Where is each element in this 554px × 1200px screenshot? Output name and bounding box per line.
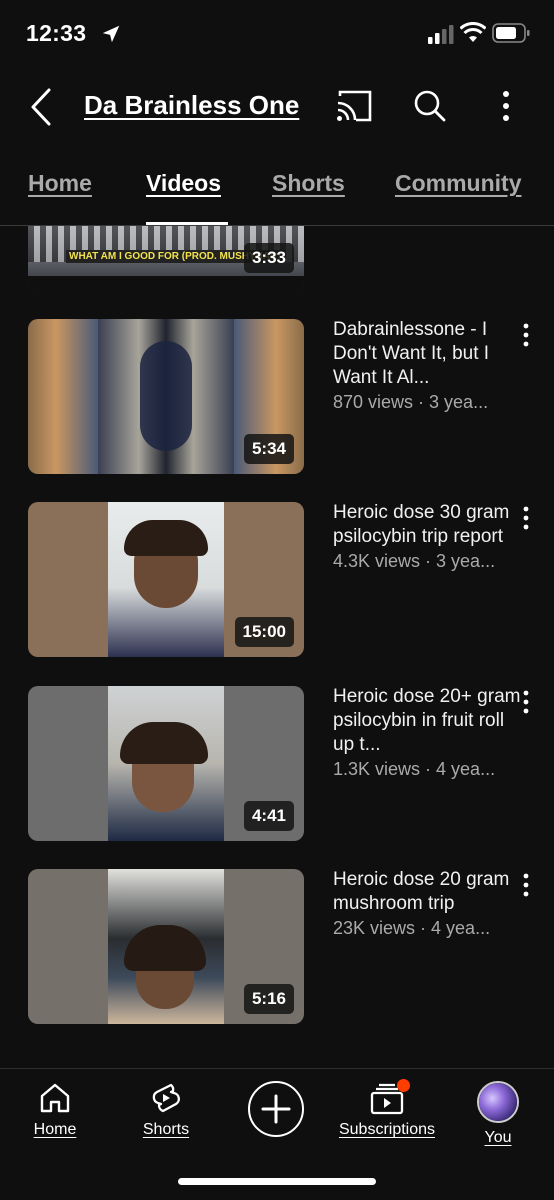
active-tab-indicator — [146, 222, 228, 225]
video-duration: 15:00 — [234, 617, 294, 647]
video-info[interactable]: Heroic dose 20+ gram psilocybin in fruit… — [333, 685, 529, 781]
wifi-icon — [460, 22, 486, 42]
channel-header: Da Brainless One — [0, 78, 554, 138]
video-options-button[interactable] — [516, 503, 536, 533]
channel-tabs: Home Videos Shorts Community — [0, 160, 554, 226]
chevron-left-icon — [31, 88, 51, 126]
video-title[interactable]: Heroic dose 20+ gram psilocybin in fruit… — [333, 685, 529, 757]
video-title[interactable]: Heroic dose 20 gram mushroom trip — [333, 868, 529, 916]
video-duration: 3:33 — [243, 243, 294, 273]
more-vertical-icon — [523, 873, 529, 897]
channel-title[interactable]: Da Brainless One — [84, 90, 299, 121]
video-meta: 4.3K views · 3 yea... — [333, 551, 496, 571]
nav-home-label: Home — [33, 1121, 77, 1138]
more-vertical-icon — [503, 91, 509, 121]
video-info[interactable]: Heroic dose 30 gram psilocybin trip repo… — [333, 501, 529, 573]
more-vertical-icon — [523, 690, 529, 714]
thumbnail-hair — [124, 520, 208, 556]
thumbnail-figure-left — [28, 319, 98, 474]
plus-icon — [261, 1094, 291, 1124]
avatar — [477, 1081, 519, 1123]
status-bar: 12:33 — [0, 0, 554, 70]
nav-home[interactable]: Home — [30, 1081, 80, 1139]
cellular-signal-icon — [428, 25, 454, 44]
video-title[interactable]: Dabrainlessone - I Don't Want It, but I … — [333, 318, 529, 390]
create-button[interactable] — [248, 1081, 304, 1137]
subscriptions-icon-wrap — [368, 1079, 410, 1115]
thumbnail-bottom-shade — [28, 276, 304, 291]
thumbnail-figure-center — [140, 341, 192, 451]
tab-shorts[interactable]: Shorts — [272, 170, 345, 197]
nav-you[interactable]: You — [474, 1081, 522, 1147]
video-thumbnail[interactable]: 5:34 — [28, 319, 304, 474]
cast-icon — [337, 90, 372, 122]
notification-dot — [397, 1079, 410, 1092]
video-duration: 4:41 — [243, 801, 294, 831]
tab-videos[interactable]: Videos — [146, 170, 221, 197]
more-vertical-icon — [523, 323, 529, 347]
thumbnail-hair — [120, 722, 208, 764]
tab-home[interactable]: Home — [28, 170, 92, 197]
more-options-button[interactable] — [492, 86, 520, 126]
video-info[interactable]: Heroic dose 20 gram mushroom trip 23K vi… — [333, 868, 529, 940]
tab-community[interactable]: Community — [395, 170, 522, 197]
video-duration: 5:34 — [243, 434, 294, 464]
home-indicator — [178, 1178, 376, 1185]
shorts-icon — [152, 1083, 180, 1113]
video-info[interactable]: Dabrainlessone - I Don't Want It, but I … — [333, 318, 529, 414]
avatar-image — [479, 1083, 517, 1121]
cast-button[interactable] — [334, 86, 374, 126]
nav-subscriptions[interactable]: Subscriptions — [330, 1079, 444, 1139]
search-icon — [414, 90, 446, 122]
video-options-button[interactable] — [516, 870, 536, 900]
video-meta: 870 views · 3 yea... — [333, 392, 489, 412]
video-duration: 5:16 — [243, 984, 294, 1014]
battery-icon — [492, 23, 530, 43]
video-meta: 23K views · 4 yea... — [333, 918, 491, 938]
status-time: 12:33 — [26, 20, 87, 46]
nav-shorts-label: Shorts — [142, 1121, 190, 1138]
video-thumbnail[interactable]: WHAT AM I GOOD FOR (PROD. MUSHYNAR) 3:33 — [28, 226, 304, 291]
more-vertical-icon — [523, 506, 529, 530]
home-icon — [40, 1083, 70, 1113]
video-title[interactable]: Heroic dose 30 gram psilocybin trip repo… — [333, 501, 529, 549]
video-list[interactable]: WHAT AM I GOOD FOR (PROD. MUSHYNAR) 3:33… — [0, 226, 554, 1068]
location-arrow-icon — [102, 25, 120, 43]
nav-shorts[interactable]: Shorts — [136, 1081, 196, 1139]
video-options-button[interactable] — [516, 687, 536, 717]
video-meta: 1.3K views · 4 yea... — [333, 759, 496, 779]
video-thumbnail[interactable]: 5:16 — [28, 869, 304, 1024]
video-thumbnail[interactable]: 4:41 — [28, 686, 304, 841]
video-thumbnail[interactable]: 15:00 — [28, 502, 304, 657]
nav-subscriptions-label: Subscriptions — [338, 1121, 436, 1138]
search-button[interactable] — [410, 86, 450, 126]
video-options-button[interactable] — [516, 320, 536, 350]
nav-you-label: You — [484, 1129, 512, 1146]
back-button[interactable] — [24, 86, 58, 128]
